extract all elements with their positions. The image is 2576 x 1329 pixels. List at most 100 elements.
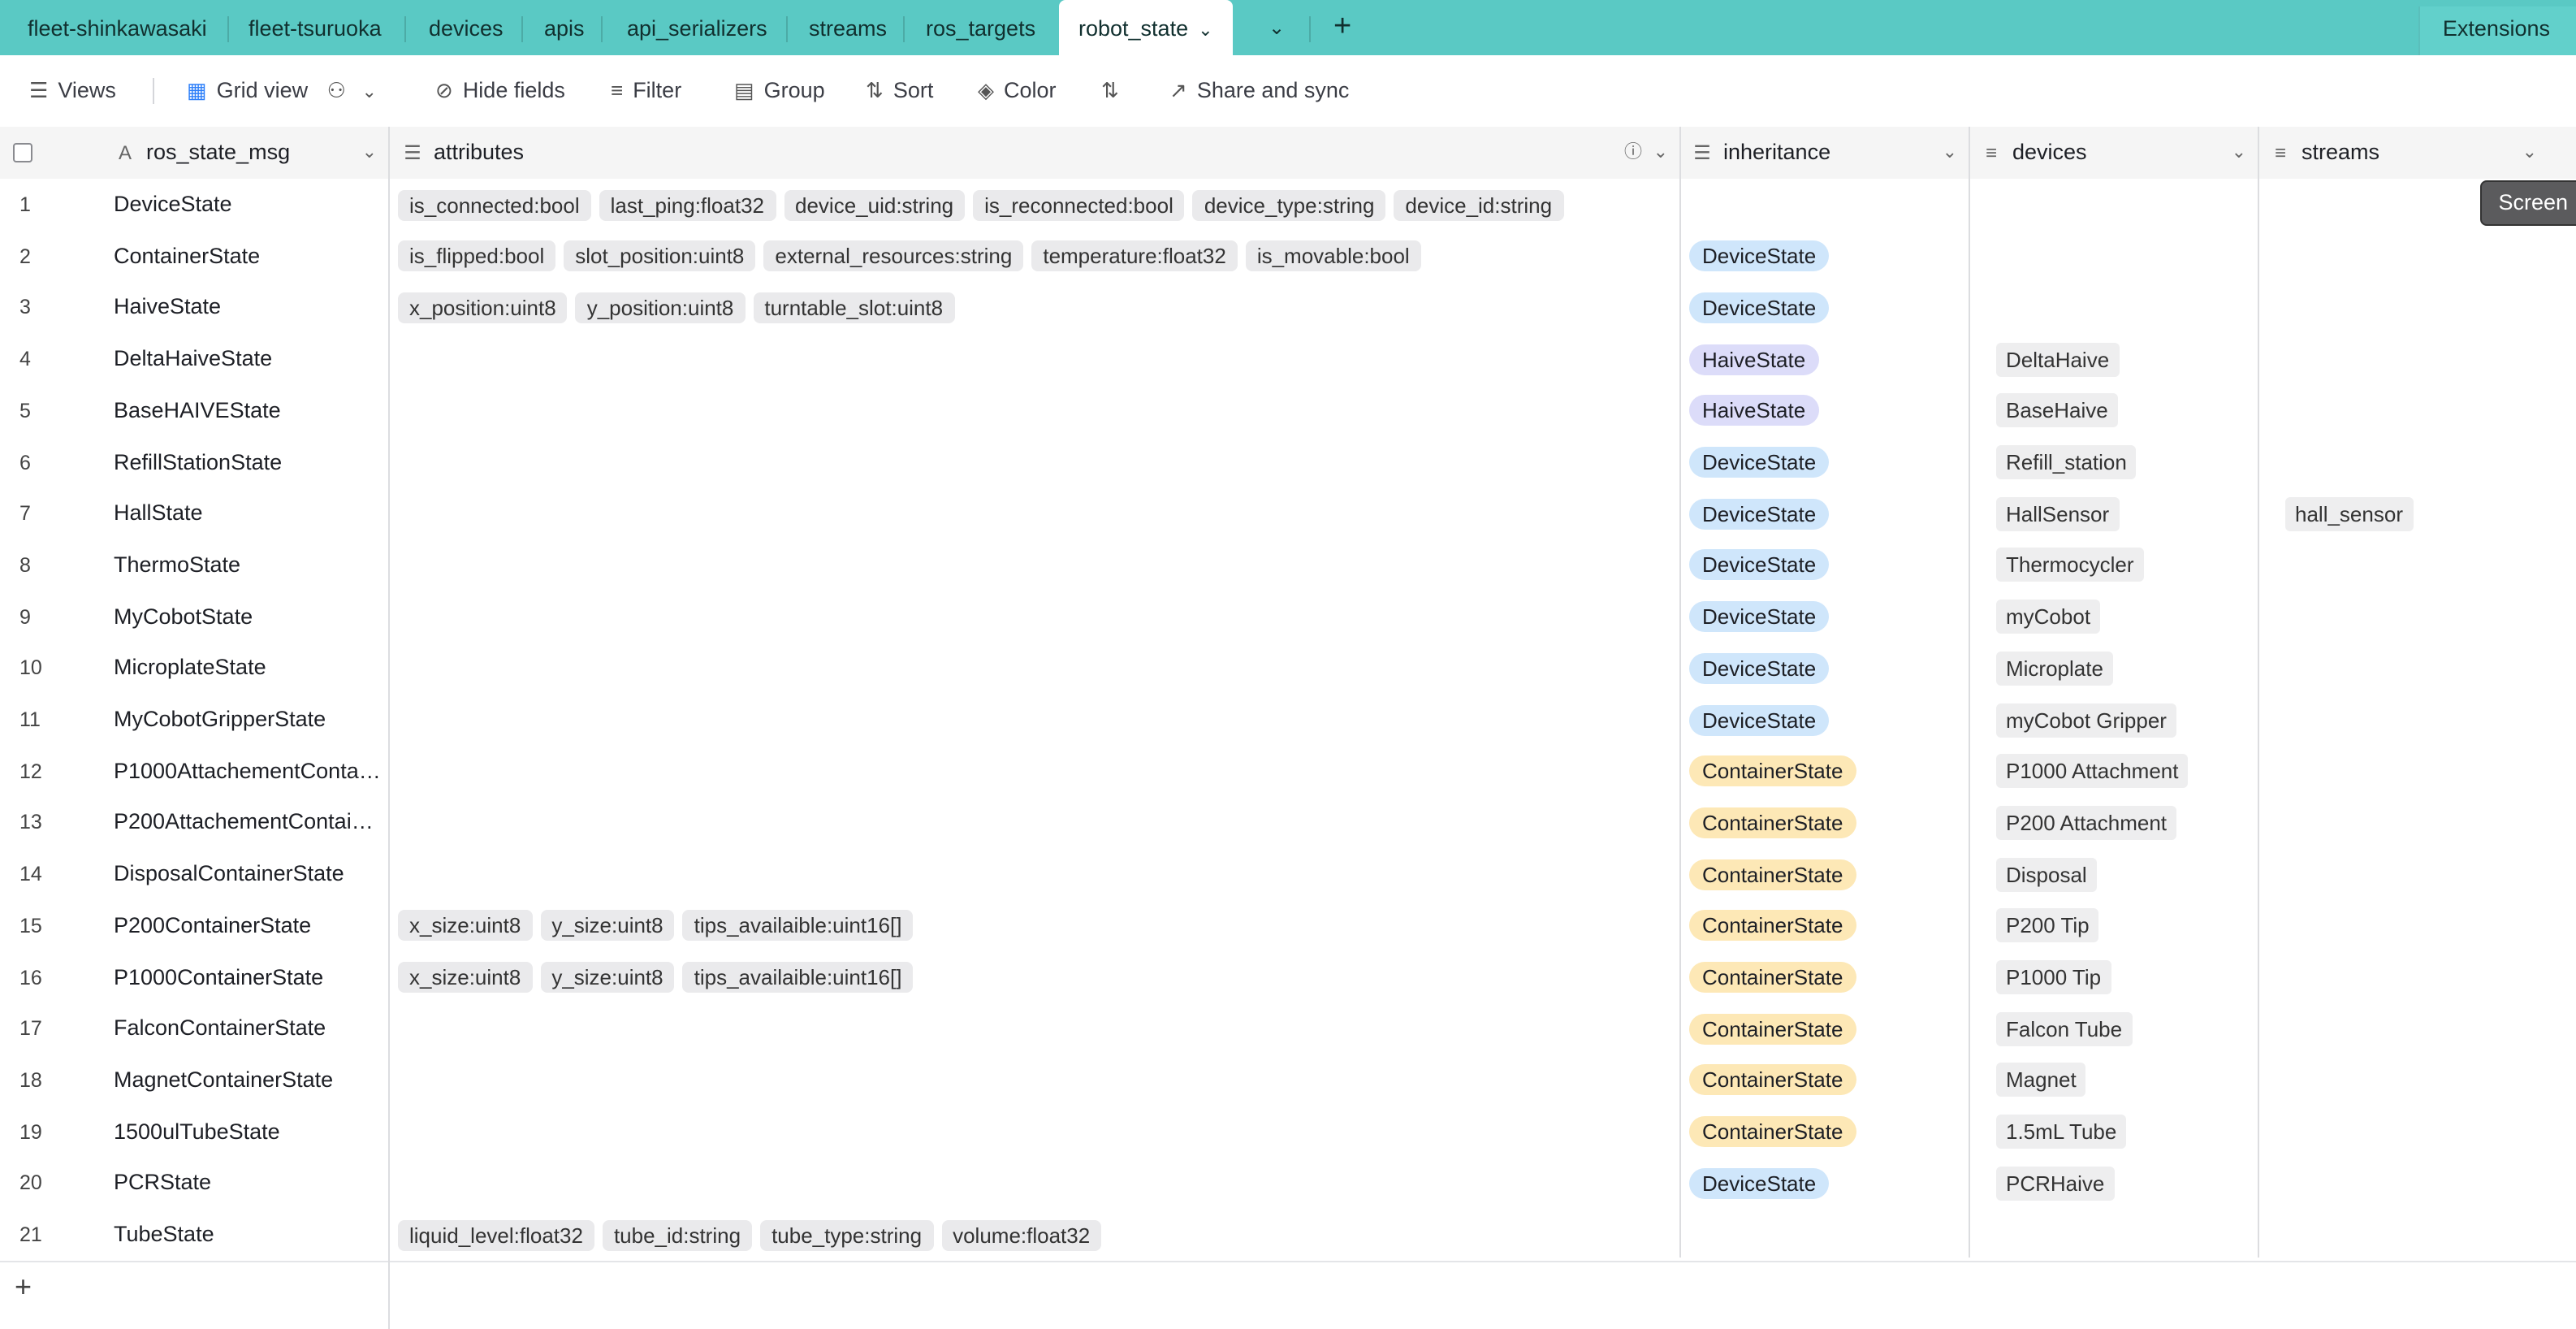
info-icon[interactable]: ⓘ — [1624, 127, 1642, 179]
inheritance-cell[interactable]: ContainerState — [1689, 900, 1965, 952]
row-height-button[interactable]: ⇅ — [1101, 55, 1129, 127]
chevron-down-icon[interactable]: ⌄ — [2522, 127, 2537, 179]
add-table-plus-icon[interactable]: + — [1333, 0, 1351, 55]
attributes-cell[interactable]: x_position:uint8 y_position:uint8 turntabl… — [398, 282, 1675, 334]
linked-device-record[interactable]: P1000 Tip — [1996, 960, 2111, 994]
devices-cell[interactable]: P1000 Tip — [1996, 951, 2272, 1003]
attributes-cell[interactable]: is_connected:bool last_ping:float32 device… — [398, 179, 1675, 231]
devices-cell[interactable] — [1996, 230, 2272, 282]
table-row[interactable]: 19 1500ulTubeState ContainerState 1.5mL Tub… — [0, 1106, 2576, 1160]
streams-cell[interactable] — [2285, 591, 2561, 643]
chevron-down-icon[interactable]: ⌄ — [1943, 127, 1957, 179]
group-button[interactable]: ▤ Group — [734, 55, 825, 127]
ros-state-msg-cell[interactable]: P200AttachementContain… — [114, 797, 383, 849]
tab-api-serializers[interactable]: api_serializers — [627, 0, 767, 55]
ros-state-msg-cell[interactable]: P1000ContainerState — [114, 951, 383, 1003]
devices-cell[interactable]: HallSensor — [1996, 487, 2272, 539]
inheritance-cell[interactable]: DeviceState — [1689, 230, 1965, 282]
linked-device-record[interactable]: Thermocycler — [1996, 548, 2144, 582]
column-header-inheritance[interactable]: ☰ inheritance ⌄ — [1691, 127, 1970, 179]
table-row[interactable]: 15 P200ContainerState x_size:uint8 y_size:u… — [0, 899, 2576, 954]
linked-device-record[interactable]: DeltaHaive — [1996, 342, 2120, 377]
attributes-cell[interactable]: x_size:uint8 y_size:uint8 tips_availaible:… — [398, 951, 1675, 1003]
tab-robot-state[interactable]: robot_state ⌄ — [1059, 0, 1233, 55]
devices-cell[interactable]: Microplate — [1996, 643, 2272, 695]
ros-state-msg-cell[interactable]: DisposalContainerState — [114, 848, 383, 900]
table-row[interactable]: 9 MyCobotState DeviceState myCobot — [0, 591, 2576, 645]
streams-cell[interactable] — [2285, 436, 2561, 488]
streams-cell[interactable] — [2285, 1054, 2561, 1106]
column-header-streams[interactable]: ≡ streams ⌄ — [2269, 127, 2550, 179]
ros-state-msg-cell[interactable]: FalconContainerState — [114, 1002, 383, 1054]
streams-cell[interactable] — [2285, 230, 2561, 282]
inheritance-cell[interactable] — [1689, 179, 1965, 231]
inheritance-cell[interactable]: ContainerState — [1689, 1106, 1965, 1158]
linked-device-record[interactable]: HallSensor — [1996, 496, 2120, 531]
attributes-cell[interactable] — [398, 694, 1675, 746]
streams-cell[interactable] — [2285, 797, 2561, 849]
devices-cell[interactable]: DeltaHaive — [1996, 333, 2272, 385]
inheritance-cell[interactable]: DeviceState — [1689, 1158, 1965, 1210]
attributes-cell[interactable] — [398, 487, 1675, 539]
ros-state-msg-cell[interactable]: HallState — [114, 487, 383, 539]
column-header-ros-state-msg[interactable]: Aros_state_msg ⌄ — [114, 127, 390, 179]
inheritance-cell[interactable]: HaiveState — [1689, 333, 1965, 385]
devices-cell[interactable]: P200 Attachment — [1996, 797, 2272, 849]
ros-state-msg-cell[interactable]: PCRState — [114, 1158, 383, 1210]
table-row[interactable]: 17 FalconContainerState ContainerState Falc… — [0, 1002, 2576, 1057]
select-all-checkbox[interactable] — [13, 143, 32, 162]
chevron-down-icon[interactable]: ⌄ — [1198, 2, 1212, 60]
streams-cell[interactable] — [2285, 1106, 2561, 1158]
inheritance-cell[interactable] — [1689, 1209, 1965, 1261]
table-row[interactable]: 11 MyCobotGripperState DeviceState myCobot … — [0, 694, 2576, 747]
streams-cell[interactable] — [2285, 643, 2561, 695]
tab-ros-targets[interactable]: ros_targets — [926, 0, 1035, 55]
devices-cell[interactable]: myCobot — [1996, 591, 2272, 643]
ros-state-msg-cell[interactable]: 1500ulTubeState — [114, 1106, 383, 1158]
devices-cell[interactable]: Refill_station — [1996, 436, 2272, 488]
inheritance-cell[interactable]: DeviceState — [1689, 539, 1965, 591]
ros-state-msg-cell[interactable]: P1000AttachementContai… — [114, 745, 383, 797]
streams-cell[interactable] — [2285, 385, 2561, 437]
streams-cell[interactable] — [2285, 1158, 2561, 1210]
linked-device-record[interactable]: myCobot Gripper — [1996, 703, 2176, 737]
attributes-cell[interactable]: x_size:uint8 y_size:uint8 tips_availaible:… — [398, 900, 1675, 952]
linked-device-record[interactable]: Refill_station — [1996, 445, 2137, 479]
ros-state-msg-cell[interactable]: BaseHAIVEState — [114, 385, 383, 437]
grid-view-button[interactable]: ▦ Grid view ⚇ ⌄ — [187, 55, 387, 127]
devices-cell[interactable] — [1996, 1209, 2272, 1261]
attributes-cell[interactable] — [398, 333, 1675, 385]
linked-device-record[interactable]: P200 Attachment — [1996, 805, 2177, 840]
linked-device-record[interactable]: 1.5mL Tube — [1996, 1115, 2127, 1149]
inheritance-cell[interactable]: ContainerState — [1689, 1002, 1965, 1054]
more-tabs-chevron-icon[interactable]: ⌄ — [1269, 0, 1285, 55]
linked-device-record[interactable]: Disposal — [1996, 857, 2097, 892]
tab-apis[interactable]: apis — [544, 0, 585, 55]
filter-button[interactable]: ≡ Filter — [611, 55, 681, 127]
attributes-cell[interactable] — [398, 745, 1675, 797]
table-row[interactable]: 21 TubeState liquid_level:float32 tube_id:s… — [0, 1209, 2576, 1262]
attributes-cell[interactable] — [398, 1106, 1675, 1158]
table-row[interactable]: 10 MicroplateState DeviceState Microplate — [0, 642, 2576, 696]
linked-device-record[interactable]: P1000 Attachment — [1996, 754, 2189, 789]
attributes-cell[interactable] — [398, 848, 1675, 900]
devices-cell[interactable]: Disposal — [1996, 848, 2272, 900]
attributes-cell[interactable] — [398, 1002, 1675, 1054]
devices-cell[interactable]: BaseHaive — [1996, 385, 2272, 437]
views-button[interactable]: ☰ Views — [29, 55, 116, 127]
linked-device-record[interactable]: BaseHaive — [1996, 393, 2118, 428]
devices-cell[interactable]: Thermocycler — [1996, 539, 2272, 591]
linked-device-record[interactable]: PCRHaive — [1996, 1166, 2115, 1201]
tab-fleet-tsuruoka[interactable]: fleet-tsuruoka — [249, 0, 382, 55]
inheritance-cell[interactable]: DeviceState — [1689, 436, 1965, 488]
devices-cell[interactable]: myCobot Gripper — [1996, 694, 2272, 746]
inheritance-cell[interactable]: HaiveState — [1689, 385, 1965, 437]
table-row[interactable]: 7 HallState DeviceState HallSensor hall_sens… — [0, 487, 2576, 542]
linked-device-record[interactable]: Falcon Tube — [1996, 1011, 2133, 1046]
attributes-cell[interactable] — [398, 591, 1675, 643]
chevron-down-icon[interactable]: ⌄ — [362, 127, 377, 179]
ros-state-msg-cell[interactable]: MyCobotGripperState — [114, 694, 383, 746]
table-row[interactable]: 14 DisposalContainerState ContainerState Di… — [0, 848, 2576, 903]
ros-state-msg-cell[interactable]: RefillStationState — [114, 436, 383, 488]
streams-cell[interactable] — [2285, 745, 2561, 797]
